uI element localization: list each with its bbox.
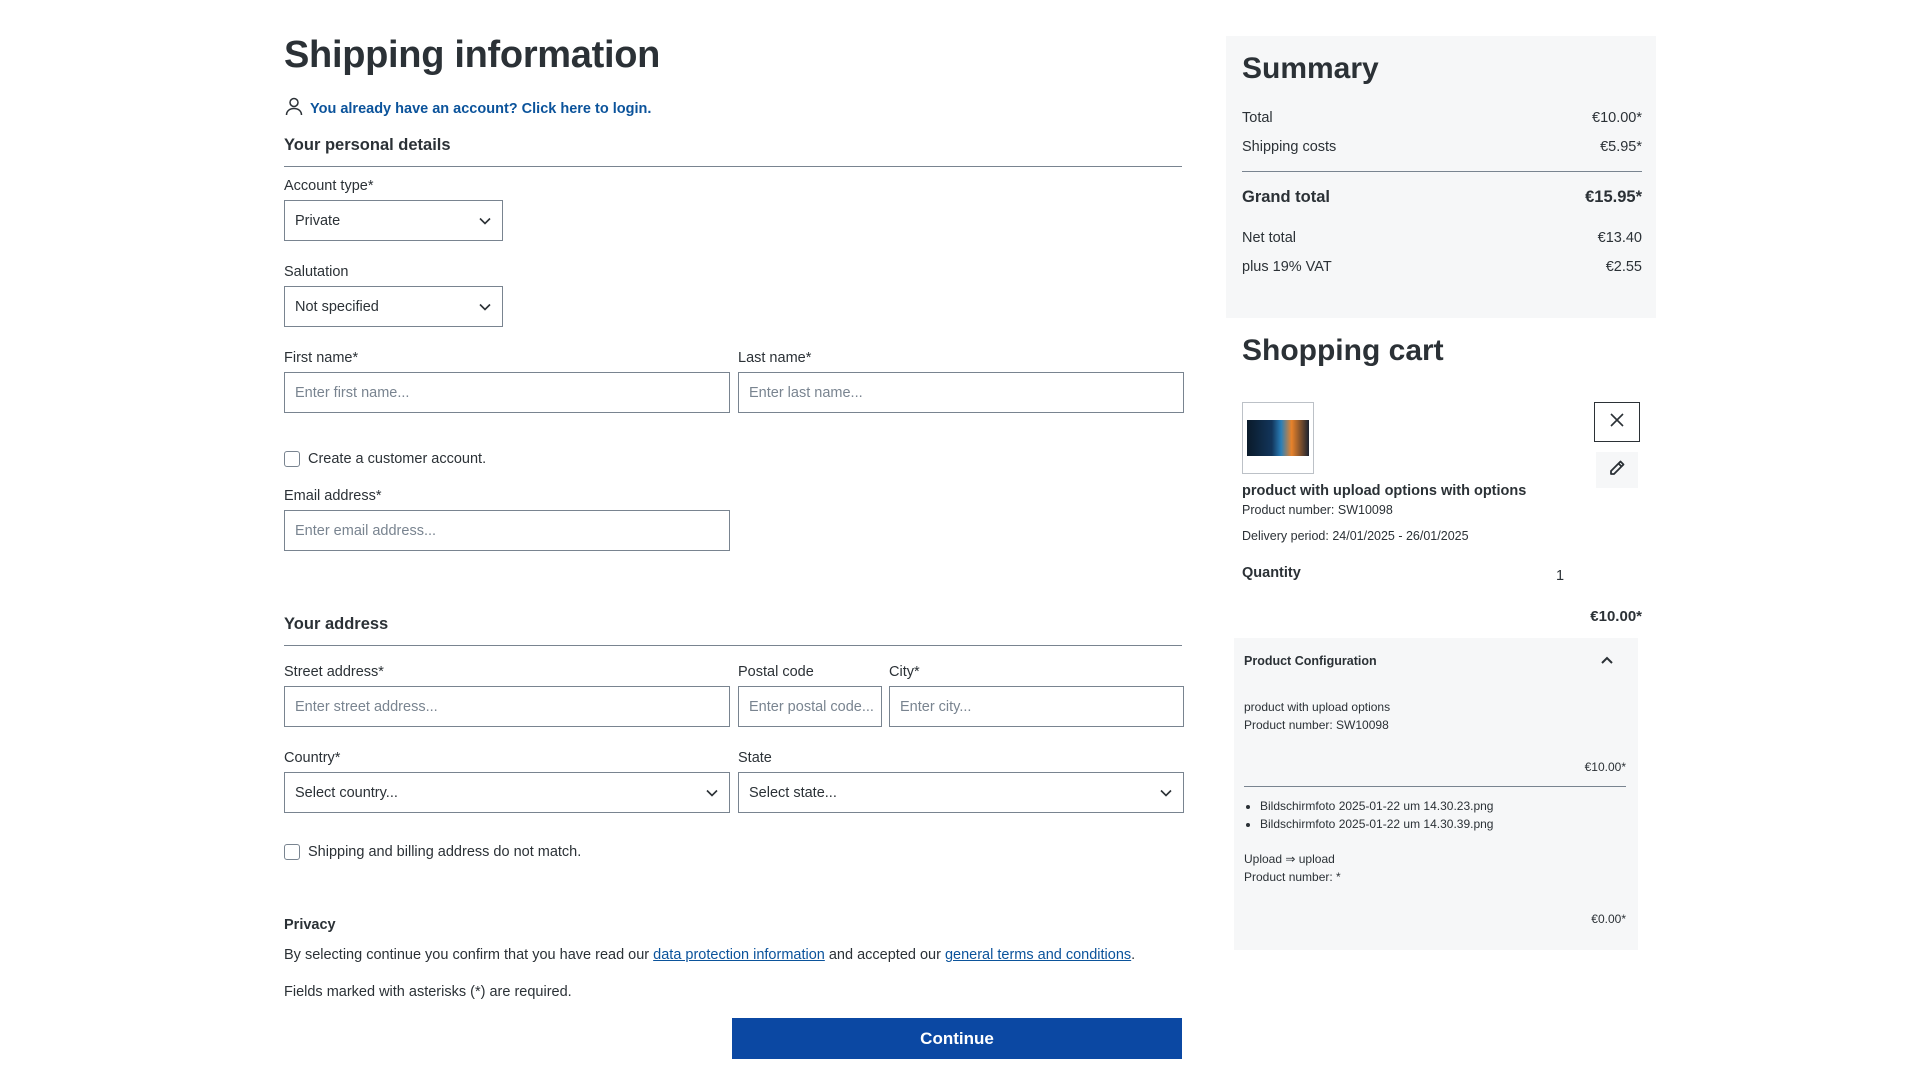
privacy-heading: Privacy [284, 917, 336, 933]
summary-shipping-row: Shipping costs €5.95* [1242, 139, 1642, 155]
config-product-info: product with upload options Product numb… [1244, 700, 1391, 732]
last-name-field[interactable]: Enter last name... [738, 372, 1184, 413]
billing-mismatch-option[interactable]: Shipping and billing address do not matc… [284, 844, 581, 860]
account-type-select[interactable]: Private [284, 200, 503, 241]
section-divider [284, 645, 1182, 646]
street-label: Street address* [284, 664, 384, 680]
cart-title: Shopping cart [1242, 334, 1444, 367]
personal-details-heading: Your personal details [284, 136, 451, 154]
summary-net-row: Net total €13.40 [1242, 230, 1642, 246]
city-label: City* [889, 664, 920, 680]
salutation-value: Not specified [295, 298, 379, 315]
page-title: Shipping information [284, 34, 661, 76]
first-name-label: First name* [284, 350, 359, 366]
privacy-statement: By selecting continue you confirm that y… [284, 947, 1136, 963]
chevron-down-icon [478, 300, 492, 314]
uploaded-file-item: Bildschirmfoto 2025-01-22 um 14.30.39.pn… [1260, 815, 1493, 833]
terms-link[interactable]: general terms and conditions [945, 947, 1131, 963]
account-type-label: Account type* [284, 178, 374, 194]
address-heading: Your address [284, 615, 389, 633]
create-account-checkbox[interactable] [284, 451, 300, 467]
billing-mismatch-label: Shipping and billing address do not matc… [308, 844, 582, 860]
last-name-label: Last name* [738, 350, 812, 366]
close-icon [1609, 412, 1625, 433]
data-protection-link[interactable]: data protection information [653, 947, 825, 963]
quantity-value: 1 [1556, 568, 1565, 584]
account-type-value: Private [295, 212, 341, 229]
summary-total-row: Total €10.00* [1242, 110, 1642, 126]
state-label: State [738, 750, 772, 766]
email-field[interactable]: Enter email address... [284, 510, 730, 551]
cart-item-delivery: Delivery period: 24/01/2025 - 26/01/2025 [1242, 529, 1469, 543]
create-account-option[interactable]: Create a customer account. [284, 451, 486, 467]
salutation-select[interactable]: Not specified [284, 286, 503, 327]
remove-item-button[interactable] [1594, 402, 1640, 442]
config-divider [1244, 786, 1626, 787]
summary-divider [1242, 171, 1642, 172]
login-link[interactable]: You already have an account? Click here … [310, 101, 651, 117]
product-image [1247, 420, 1309, 456]
state-value: Select state... [749, 784, 837, 801]
postal-code-field[interactable]: Enter postal code... [738, 686, 882, 727]
summary-title: Summary [1242, 52, 1379, 85]
summary-grand-total-row: Grand total €15.95* [1242, 188, 1642, 206]
chevron-up-icon[interactable] [1600, 652, 1614, 670]
cart-item-number: Product number: SW10098 [1242, 503, 1393, 517]
summary-vat-row: plus 19% VAT €2.55 [1242, 259, 1642, 275]
salutation-label: Salutation [284, 264, 349, 280]
country-value: Select country... [295, 784, 398, 801]
login-row[interactable]: You already have an account? Click here … [284, 96, 651, 121]
chevron-down-icon [705, 786, 719, 800]
billing-mismatch-checkbox[interactable] [284, 844, 300, 860]
product-thumbnail[interactable] [1242, 402, 1314, 474]
chevron-down-icon [478, 214, 492, 228]
city-field[interactable]: Enter city... [889, 686, 1184, 727]
uploaded-files-list: Bildschirmfoto 2025-01-22 um 14.30.23.pn… [1244, 797, 1493, 833]
state-select[interactable]: Select state... [738, 772, 1184, 813]
street-field[interactable]: Enter street address... [284, 686, 730, 727]
email-label: Email address* [284, 488, 382, 504]
quantity-label: Quantity [1242, 565, 1301, 581]
continue-button[interactable]: Continue [732, 1018, 1182, 1059]
config-upload-info: Upload ⇒ upload Product number: * [1244, 852, 1341, 884]
first-name-field[interactable]: Enter first name... [284, 372, 730, 413]
section-divider [284, 166, 1182, 167]
product-configuration-panel [1234, 638, 1638, 950]
country-label: Country* [284, 750, 341, 766]
user-icon [284, 96, 304, 121]
config-upload-price: €0.00* [1591, 912, 1626, 926]
cart-item-name[interactable]: product with upload options with options [1242, 483, 1526, 499]
product-configuration-title[interactable]: Product Configuration [1244, 654, 1377, 668]
edit-item-button[interactable] [1596, 452, 1638, 488]
country-select[interactable]: Select country... [284, 772, 730, 813]
config-product-price: €10.00* [1584, 760, 1626, 774]
required-fields-note: Fields marked with asterisks (*) are req… [284, 984, 572, 1000]
chevron-down-icon [1159, 786, 1173, 800]
create-account-label: Create a customer account. [308, 451, 487, 467]
uploaded-file-item: Bildschirmfoto 2025-01-22 um 14.30.23.pn… [1260, 797, 1493, 815]
cart-item-price: €10.00* [1590, 608, 1642, 625]
pencil-icon [1607, 458, 1627, 483]
postal-code-label: Postal code [738, 664, 814, 680]
